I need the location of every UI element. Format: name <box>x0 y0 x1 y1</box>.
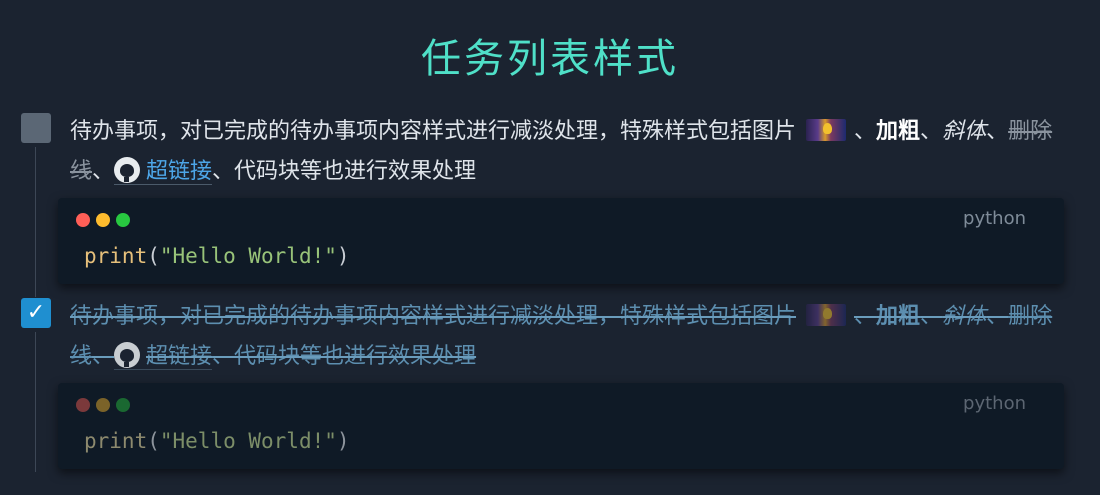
task-text-intro: 待办事项，对已完成的待办事项内容样式进行减淡处理，特殊样式包括图片 <box>70 304 797 329</box>
check-icon: ✓ <box>26 300 46 325</box>
code-paren-open: ( <box>147 429 160 453</box>
bold-text: 加粗 <box>876 119 921 144</box>
task-text-outro: 、代码块等也进行效果处理 <box>212 344 477 369</box>
page-title: 任务列表样式 <box>421 36 679 82</box>
task-text: 待办事项，对已完成的待办事项内容样式进行减淡处理，特殊样式包括图片 、加粗、斜体、… <box>70 112 1080 192</box>
separator: 、 <box>854 119 877 144</box>
code-function: print <box>84 244 148 268</box>
green-dot-icon <box>116 398 130 412</box>
separator: 、 <box>854 304 877 329</box>
code-block: python print("Hello World!") <box>58 198 1064 284</box>
code-function: print <box>84 429 148 453</box>
hyperlink[interactable]: 超链接 <box>114 342 213 370</box>
code-paren-close: ) <box>336 429 350 453</box>
separator: 、 <box>920 304 943 329</box>
red-dot-icon <box>76 213 90 227</box>
github-icon <box>114 157 141 183</box>
separator: 、 <box>92 344 115 369</box>
code-language: python <box>963 208 1026 229</box>
yellow-dot-icon <box>96 398 110 412</box>
code-string: "Hello World!" <box>159 429 337 453</box>
hyperlink-label: 超链接 <box>146 344 213 369</box>
task-guide-line <box>35 147 36 297</box>
red-dot-icon <box>76 398 90 412</box>
task-checkbox[interactable] <box>21 113 51 143</box>
code-string: "Hello World!" <box>159 244 337 268</box>
window-dots <box>76 397 136 416</box>
separator: 、 <box>986 304 1009 329</box>
image-icon <box>806 119 847 141</box>
bold-text: 加粗 <box>876 304 921 329</box>
italic-text: 斜体 <box>942 304 987 329</box>
code-block: python print("Hello World!") <box>58 383 1064 469</box>
green-dot-icon <box>116 213 130 227</box>
italic-text: 斜体 <box>942 119 987 144</box>
task-text-intro: 待办事项，对已完成的待办事项内容样式进行减淡处理，特殊样式包括图片 <box>70 119 797 144</box>
code-paren-close: ) <box>336 244 350 268</box>
task-guide-line <box>35 332 36 472</box>
window-dots <box>76 212 136 231</box>
image-icon <box>806 304 847 326</box>
task-text-outro: 、代码块等也进行效果处理 <box>212 159 477 184</box>
yellow-dot-icon <box>96 213 110 227</box>
hyperlink[interactable]: 超链接 <box>114 157 213 185</box>
hyperlink-label: 超链接 <box>146 159 213 184</box>
separator: 、 <box>92 159 115 184</box>
github-icon <box>114 342 141 368</box>
code-line: print("Hello World!") <box>84 244 350 268</box>
code-paren-open: ( <box>147 244 160 268</box>
task-text: 待办事项，对已完成的待办事项内容样式进行减淡处理，特殊样式包括图片 、加粗、斜体、… <box>70 297 1080 377</box>
code-language: python <box>963 393 1026 414</box>
separator: 、 <box>920 119 943 144</box>
code-line: print("Hello World!") <box>84 429 350 453</box>
task-checkbox[interactable]: ✓ <box>21 298 51 328</box>
separator: 、 <box>986 119 1009 144</box>
